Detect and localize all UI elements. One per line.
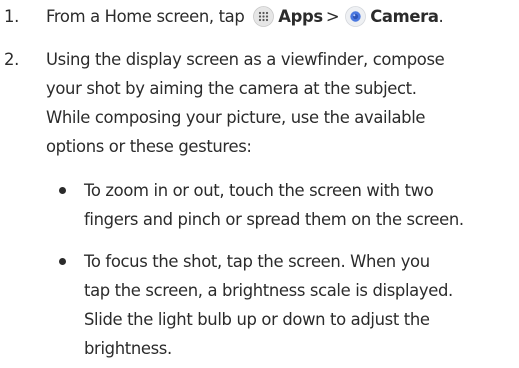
bullet-line: tap the screen, a brightness scale is di…	[84, 281, 453, 300]
step-2-line: your shot by aiming the camera at the su…	[46, 79, 417, 98]
step-1-prefix: From a Home screen, tap	[46, 7, 245, 26]
step-text: Using the display screen as a viewfinder…	[46, 45, 516, 161]
step-2-line: While composing your picture, use the av…	[46, 108, 426, 127]
bullet-line: brightness.	[84, 339, 172, 358]
step-1-suffix: .	[438, 7, 444, 26]
bullet-line: To focus the shot, tap the screen. When …	[84, 252, 430, 271]
bullet-text: To zoom in or out, touch the screen with…	[84, 176, 516, 234]
apps-grid-icon	[253, 6, 275, 27]
bullet-text: To focus the shot, tap the screen. When …	[84, 247, 516, 363]
bullet-line: Slide the light bulb up or down to adjus…	[84, 310, 430, 329]
bullet-dot	[59, 258, 66, 265]
apps-label: Apps	[278, 7, 323, 26]
bullet-line: To zoom in or out, touch the screen with…	[84, 181, 434, 200]
instructions-page: 1. From a Home screen, tap Apps > Camera…	[0, 0, 519, 368]
bullet-dot	[59, 187, 66, 194]
step-2-line: Using the display screen as a viewfinder…	[46, 50, 445, 69]
path-separator: >	[325, 7, 340, 26]
bullet-line: fingers and pinch or spread them on the …	[84, 210, 464, 229]
step-text: From a Home screen, tap Apps > Camera.	[46, 2, 516, 31]
camera-label: Camera	[370, 7, 439, 26]
camera-app-icon	[345, 6, 367, 27]
step-number: 2.	[4, 50, 19, 69]
step-2-line: options or these gestures:	[46, 137, 252, 156]
step-number: 1.	[4, 7, 19, 26]
